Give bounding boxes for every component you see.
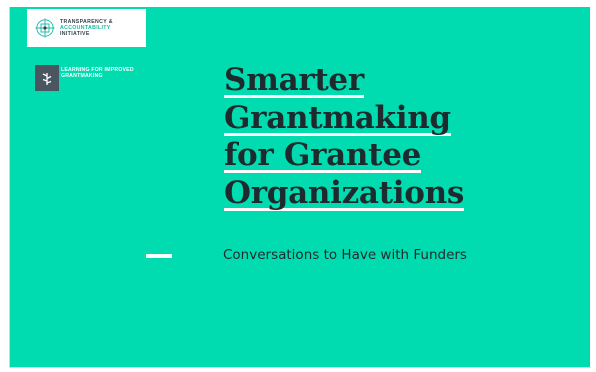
title-line: Smarter <box>224 62 464 100</box>
title-line-1: Smarter <box>224 62 364 98</box>
lig-logo-badge <box>35 65 59 91</box>
sprout-icon <box>42 73 52 85</box>
cover-slide: TRANSPARENCY & ACCOUNTABILITY INITIATIVE… <box>10 7 590 367</box>
title-line-4: Organizations <box>224 174 464 211</box>
page-title: Smarter Grantmaking for Grantee Organiza… <box>224 62 464 212</box>
lig-logo-text: LEARNING FOR IMPROVED GRANTMAKING <box>61 67 134 79</box>
title-line: for Grantee <box>224 137 464 175</box>
tai-logo-line-3: INITIATIVE <box>60 31 90 37</box>
tai-logo-icon <box>35 18 55 38</box>
bottom-edge-divider <box>9 367 591 368</box>
accent-dash <box>146 254 172 258</box>
title-line: Organizations <box>224 175 464 213</box>
page-subtitle: Conversations to Have with Funders <box>223 247 467 263</box>
title-line: Grantmaking <box>224 100 464 138</box>
lig-logo-line-2: GRANTMAKING <box>61 73 103 79</box>
tai-logo-text: TRANSPARENCY & ACCOUNTABILITY INITIATIVE <box>60 19 113 37</box>
title-line-3: for Grantee <box>224 137 422 173</box>
title-line-2: Grantmaking <box>224 99 451 136</box>
page-frame: TRANSPARENCY & ACCOUNTABILITY INITIATIVE… <box>0 0 596 372</box>
tai-logo: TRANSPARENCY & ACCOUNTABILITY INITIATIVE <box>27 9 146 47</box>
